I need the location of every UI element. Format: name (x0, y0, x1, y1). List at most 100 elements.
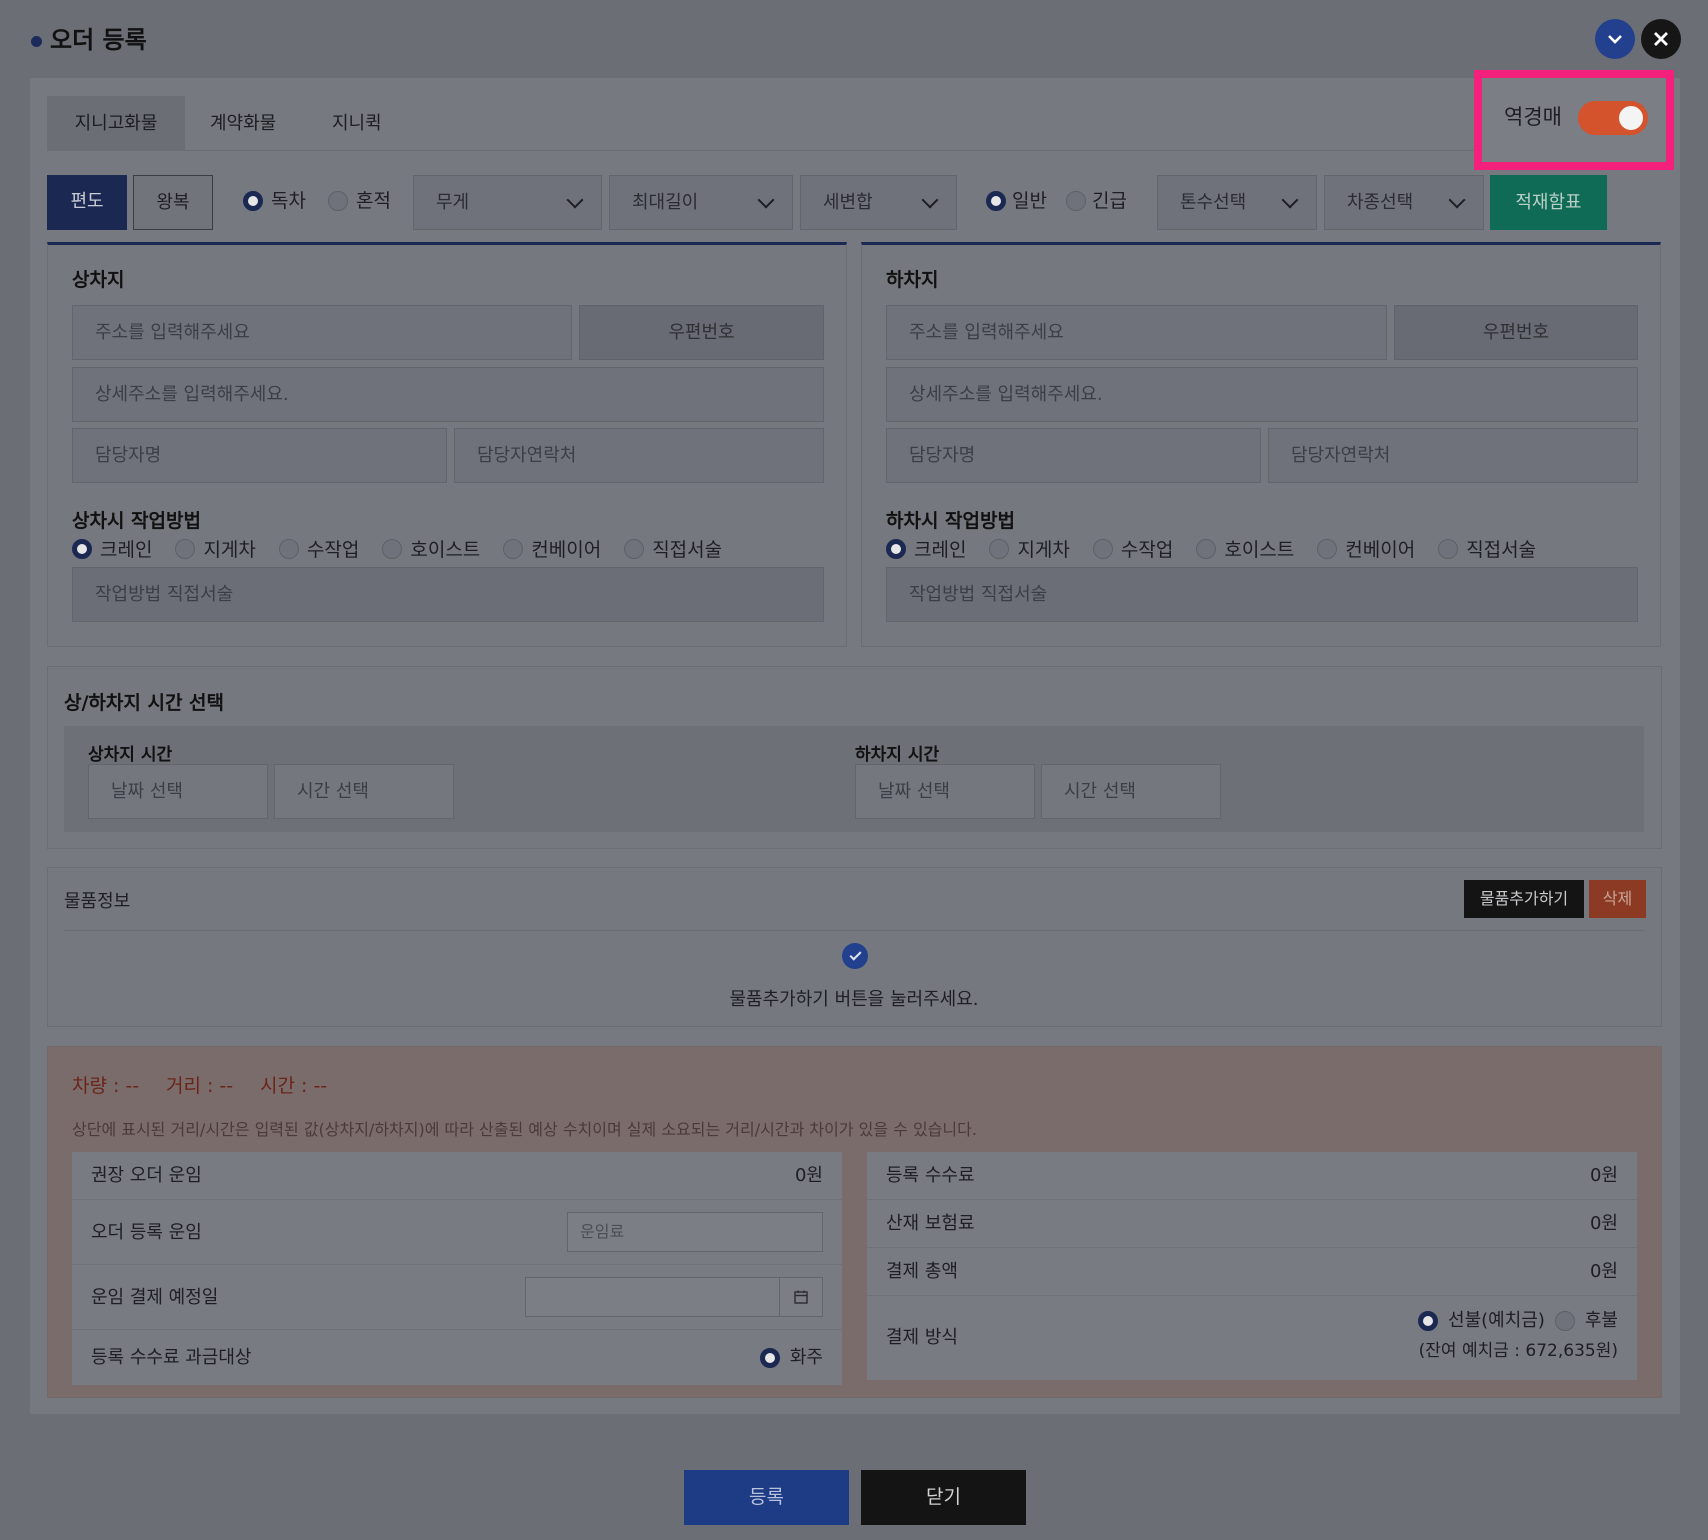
radio-icon (278, 538, 299, 559)
fare-left-table: 권장 오더 운임 0원 오더 등록 운임 운임료 운임 결제 예정일 등록 수수… (72, 1152, 842, 1385)
fare-total-row: 결제 총액 0원 (867, 1248, 1637, 1296)
radio-icon (243, 191, 263, 211)
submit-button[interactable]: 등록 (684, 1470, 849, 1525)
tab-jinigo-cargo[interactable]: 지니고화물 (47, 96, 185, 151)
radio-icon (624, 538, 645, 559)
radio-icon (503, 538, 524, 559)
radio-icon (1554, 1311, 1575, 1331)
pickup-method-hoist-label: 호이스트 (410, 539, 481, 561)
radio-icon (759, 1348, 780, 1368)
dropoff-method-custom[interactable]: 직접서술 (1438, 535, 1536, 562)
load-mixed-label: 혼적 (356, 190, 391, 212)
dropoff-time-label: 하차지 시간 (855, 745, 940, 765)
fare-order-input[interactable]: 운임료 (567, 1212, 823, 1252)
pickup-zip-button[interactable]: 우편번호 (579, 305, 824, 360)
load-table-button[interactable]: 적재함표 (1490, 175, 1607, 230)
pickup-method-input[interactable]: 작업방법 직접서술 (72, 567, 824, 622)
fare-pay-date-input[interactable] (525, 1277, 780, 1317)
dropoff-method-forklift-label: 지게차 (1017, 539, 1070, 561)
pickup-method-conveyor-label: 컨베이어 (531, 539, 602, 561)
dropoff-method-manual[interactable]: 수작업 (1092, 535, 1173, 562)
goods-divider (64, 930, 1644, 931)
dropoff-method-hoist[interactable]: 호이스트 (1196, 535, 1294, 562)
radio-icon (989, 538, 1010, 559)
weight-select[interactable]: 무게 (413, 175, 602, 230)
collapse-button[interactable] (1595, 19, 1635, 59)
goods-empty-message: 물품추가하기 버튼을 눌러주세요. (729, 989, 979, 1010)
fare-order-row: 오더 등록 운임 운임료 (72, 1200, 842, 1265)
dropoff-detail-input[interactable]: 상세주소를 입력해주세요. (886, 367, 1638, 422)
dropoff-method-options: 크레인 지게차 수작업 호이스트 컨베이어 직접서술 (886, 535, 1536, 562)
pickup-method-hoist[interactable]: 호이스트 (382, 535, 480, 562)
urgency-normal-label: 일반 (1012, 190, 1047, 212)
close-modal-button[interactable] (1641, 19, 1681, 59)
pickup-method-custom[interactable]: 직접서술 (624, 535, 722, 562)
round-trip-button[interactable]: 왕복 (133, 175, 213, 230)
reverse-auction-toggle[interactable] (1578, 101, 1648, 135)
pickup-method-forklift[interactable]: 지게차 (175, 535, 256, 562)
dropoff-contact-name-input[interactable]: 담당자명 (886, 428, 1261, 483)
add-goods-button[interactable]: 물품추가하기 (1464, 880, 1584, 918)
tonnage-select-value: 톤수선택 (1180, 192, 1247, 213)
tab-contract-cargo[interactable]: 계약화물 (210, 96, 276, 151)
fare-vehicle: 차량 : -- (72, 1075, 140, 1097)
dropoff-method-conveyor[interactable]: 컨베이어 (1317, 535, 1415, 562)
variant-select[interactable]: 세변합 (800, 175, 957, 230)
dropoff-method-conveyor-label: 컨베이어 (1345, 539, 1416, 561)
pickup-time-input[interactable]: 시간 선택 (274, 764, 454, 819)
pickup-address-input[interactable]: 주소를 입력해주세요 (72, 305, 572, 360)
pickup-method-manual[interactable]: 수작업 (278, 535, 359, 562)
urgency-normal-radio[interactable]: 일반 (986, 187, 1047, 215)
pickup-title: 상차지 (72, 269, 125, 291)
fare-total-label: 결제 총액 (886, 1261, 958, 1282)
pickup-time-label: 상차지 시간 (88, 745, 173, 765)
dropoff-method-crane[interactable]: 크레인 (886, 535, 966, 562)
dropoff-method-input[interactable]: 작업방법 직접서술 (886, 567, 1638, 622)
fare-duration: 시간 : -- (260, 1075, 328, 1097)
pickup-method-conveyor[interactable]: 컨베이어 (503, 535, 601, 562)
close-icon (1654, 32, 1668, 46)
radio-icon (1418, 1311, 1439, 1331)
load-mixed-radio[interactable]: 혼적 (328, 187, 391, 215)
delete-goods-button[interactable]: 삭제 (1589, 880, 1646, 918)
max-length-select[interactable]: 최대길이 (609, 175, 793, 230)
calendar-button[interactable] (779, 1277, 823, 1317)
pickup-method-custom-label: 직접서술 (652, 539, 723, 561)
toggle-knob (1619, 106, 1643, 130)
chevron-down-icon (1281, 191, 1299, 209)
pickup-contact-phone-input[interactable]: 담당자연락처 (454, 428, 824, 483)
dropoff-date-input[interactable]: 날짜 선택 (855, 764, 1035, 819)
pickup-detail-input[interactable]: 상세주소를 입력해주세요. (72, 367, 824, 422)
dropoff-zip-button[interactable]: 우편번호 (1394, 305, 1638, 360)
radio-icon (382, 538, 403, 559)
vehicle-type-select[interactable]: 차종선택 (1324, 175, 1484, 230)
weight-select-value: 무게 (436, 192, 470, 213)
dropoff-address-input[interactable]: 주소를 입력해주세요 (886, 305, 1387, 360)
dropoff-method-hoist-label: 호이스트 (1224, 539, 1295, 561)
fare-reg-fee-row: 등록 수수료 0원 (867, 1152, 1637, 1200)
tonnage-select[interactable]: 톤수선택 (1157, 175, 1317, 230)
close-button[interactable]: 닫기 (861, 1470, 1026, 1525)
postpaid-radio[interactable]: 후불 (1554, 1308, 1618, 1334)
fare-fee-target-label: 등록 수수료 과금대상 (91, 1347, 252, 1368)
fare-reg-fee-value: 0원 (1589, 1165, 1618, 1186)
fare-fee-target-row: 등록 수수료 과금대상 화주 (72, 1330, 842, 1385)
radio-icon (986, 191, 1006, 211)
load-exclusive-radio[interactable]: 독차 (243, 187, 306, 215)
fare-fee-target-option[interactable]: 화주 (759, 1345, 823, 1371)
urgency-urgent-radio[interactable]: 긴급 (1066, 187, 1127, 215)
chevron-down-icon (566, 191, 584, 209)
dropoff-contact-phone-input[interactable]: 담당자연락처 (1268, 428, 1638, 483)
tab-jini-quick[interactable]: 지니퀵 (332, 96, 382, 151)
pickup-method-crane[interactable]: 크레인 (72, 535, 152, 562)
pickup-method-title: 상차시 작업방법 (72, 510, 201, 532)
dropoff-time-input[interactable]: 시간 선택 (1041, 764, 1221, 819)
dropoff-method-forklift[interactable]: 지게차 (989, 535, 1070, 562)
prepaid-radio[interactable]: 선불(예치금) (1418, 1308, 1545, 1334)
fare-insurance-label: 산재 보험료 (886, 1213, 975, 1234)
prepaid-label: 선불(예치금) (1448, 1310, 1545, 1331)
one-way-button[interactable]: 편도 (47, 175, 127, 230)
pickup-contact-name-input[interactable]: 담당자명 (72, 428, 447, 483)
pickup-date-input[interactable]: 날짜 선택 (88, 764, 268, 819)
pickup-method-options: 크레인 지게차 수작업 호이스트 컨베이어 직접서술 (72, 535, 722, 562)
